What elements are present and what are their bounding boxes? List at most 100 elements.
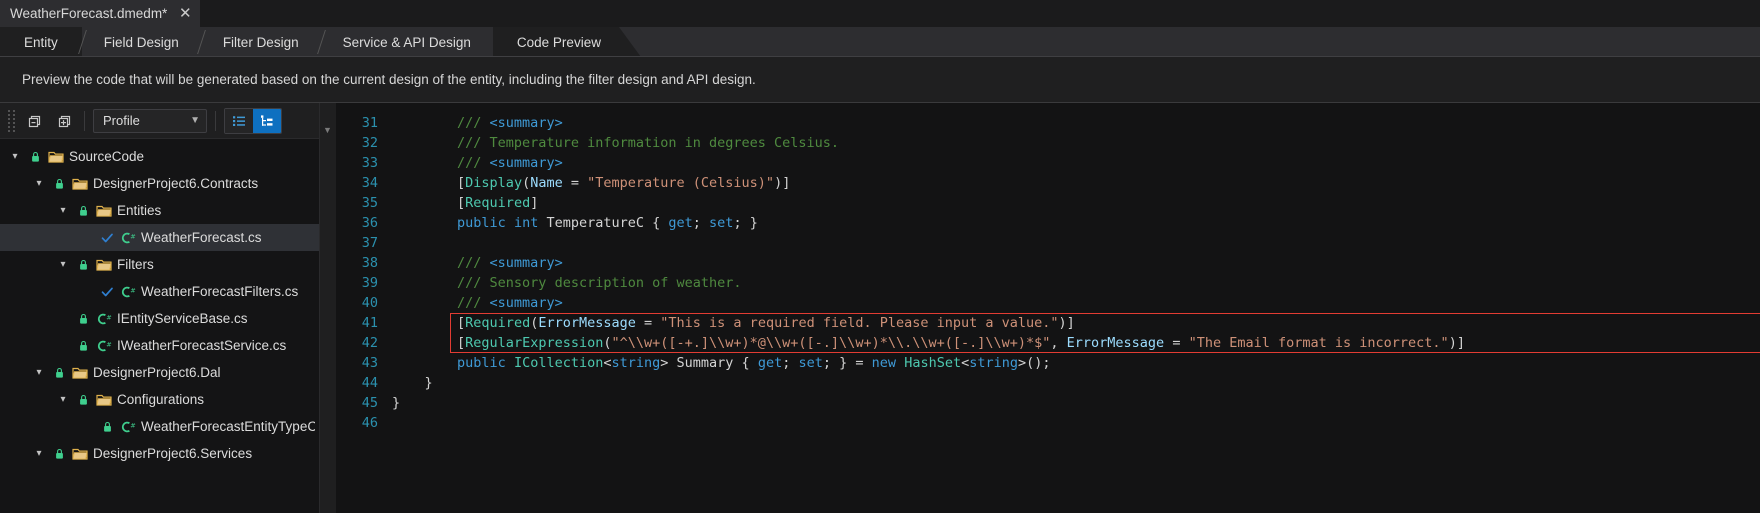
code-line: 44 }	[336, 373, 1760, 393]
tree-item-label: WeatherForecastFilters.cs	[141, 284, 299, 299]
tree-item-label: DesignerProject6.Dal	[93, 365, 221, 380]
csharp-file-icon: #	[96, 338, 112, 354]
tree-item[interactable]: ▾#WeatherForecastEntityTypeConfig	[0, 413, 319, 440]
code-content[interactable]: 31 /// <summary> 32 /// Temperature infor…	[336, 103, 1760, 513]
line-number: 35	[361, 195, 378, 211]
tree-item[interactable]: ▾ Entities	[0, 197, 319, 224]
line-number: 41	[361, 315, 378, 331]
code-line-text: }	[392, 395, 401, 411]
line-number: 42	[361, 335, 378, 351]
list-view-icon[interactable]	[225, 108, 253, 133]
code-line-text: /// Sensory description of weather.	[457, 275, 742, 291]
code-line-text: /// Temperature information in degrees C…	[457, 135, 840, 151]
code-line: 37	[336, 233, 1760, 253]
code-line: 42 [RegularExpression("^\\w+([-+.]\\w+)*…	[336, 333, 1760, 353]
svg-text:#: #	[130, 286, 135, 294]
profile-dropdown[interactable]: Profile ▼	[93, 108, 207, 133]
line-number: 37	[361, 235, 378, 251]
tree-item[interactable]: ▾#WeatherForecastFilters.cs	[0, 278, 319, 305]
code-line: 40 /// <summary>	[336, 293, 1760, 313]
tree-item[interactable]: ▾ Filters	[0, 251, 319, 278]
tree-item-label: IEntityServiceBase.cs	[117, 311, 248, 326]
svg-text:#: #	[106, 313, 111, 321]
code-line: 43 public ICollection<string> Summary { …	[336, 353, 1760, 373]
lock-icon	[51, 446, 67, 462]
code-line-text: /// <summary>	[457, 295, 563, 311]
line-number: 38	[361, 255, 378, 271]
line-number: 39	[361, 275, 378, 291]
tree-item[interactable]: ▾ DesignerProject6.Contracts	[0, 170, 319, 197]
tab-code-preview[interactable]: Code Preview	[493, 27, 641, 57]
tree-item-label: Configurations	[117, 392, 205, 407]
code-line: 46	[336, 413, 1760, 433]
page-description-text: Preview the code that will be generated …	[22, 72, 756, 87]
tree-item[interactable]: ▾ DesignerProject6.Dal	[0, 359, 319, 386]
svg-text:#: #	[130, 421, 135, 429]
tab-entity[interactable]: Entity	[0, 27, 82, 57]
page-description: Preview the code that will be generated …	[0, 57, 1760, 102]
tab-field-design[interactable]: Field Design	[82, 27, 201, 57]
collapse-all-icon[interactable]	[24, 110, 46, 132]
code-line-text: public int TemperatureC { get; set; }	[457, 215, 758, 231]
lock-icon	[51, 176, 67, 192]
titlebar: WeatherForecast.dmedm* ✕	[0, 0, 1760, 27]
tab-field-design-label: Field Design	[103, 34, 179, 50]
tree-item[interactable]: ▾#IWeatherForecastService.cs	[0, 332, 319, 359]
code-line: 41 [Required(ErrorMessage = "This is a r…	[336, 313, 1760, 333]
code-line: 35 [Required]	[336, 193, 1760, 213]
line-number: 33	[361, 155, 378, 171]
tree-item[interactable]: ▾ SourceCode	[0, 143, 319, 170]
tree-item-label: IWeatherForecastService.cs	[117, 338, 287, 353]
check-icon	[99, 284, 115, 300]
line-number: 45	[361, 395, 378, 411]
tree-view-icon[interactable]	[253, 108, 281, 133]
source-file-tree[interactable]: ▾ SourceCode ▾ DesignerProject6.Contracts ▾ E…	[0, 139, 319, 513]
lock-icon	[75, 257, 91, 273]
tab-service-api-design[interactable]: Service & API Design	[321, 27, 493, 57]
tree-item-label: SourceCode	[69, 149, 145, 164]
chevron-down-icon[interactable]: ▾	[32, 178, 46, 189]
chevron-down-icon: ▼	[190, 115, 200, 126]
line-number: 40	[361, 295, 378, 311]
code-editor: ▼ 31 /// <summary> 32 /// Temperature inf…	[320, 103, 1760, 513]
chevron-down-icon[interactable]: ▾	[32, 448, 46, 459]
code-line-text: [Required(ErrorMessage = "This is a requ…	[457, 315, 1075, 331]
drag-handle-icon[interactable]	[8, 109, 16, 132]
code-line-text: /// <summary>	[457, 255, 563, 271]
chevron-down-icon[interactable]: ▾	[56, 394, 70, 405]
line-number: 36	[361, 215, 378, 231]
expand-all-icon[interactable]	[54, 110, 76, 132]
chevron-down-icon[interactable]: ▾	[56, 205, 70, 216]
tab-code-preview-label: Code Preview	[516, 34, 601, 50]
folder-icon	[48, 149, 64, 165]
code-line-text: }	[392, 375, 433, 391]
tree-item[interactable]: ▾ Configurations	[0, 386, 319, 413]
code-line-text: public ICollection<string> Summary { get…	[457, 355, 1051, 371]
check-icon	[99, 230, 115, 246]
tab-filter-design[interactable]: Filter Design	[201, 27, 321, 57]
code-line-text: [Required]	[457, 195, 539, 211]
chevron-down-icon[interactable]: ▾	[32, 367, 46, 378]
line-number: 44	[361, 375, 378, 391]
code-line: 32 /// Temperature information in degree…	[336, 133, 1760, 153]
file-tree-panel: Profile ▼ ▾ SourceCode ▾ DesignerProject…	[0, 103, 320, 513]
close-icon[interactable]: ✕	[177, 6, 193, 22]
chevron-down-icon[interactable]: ▾	[56, 259, 70, 270]
line-number: 46	[361, 415, 378, 431]
main-body: Profile ▼ ▾ SourceCode ▾ DesignerProject…	[0, 103, 1760, 513]
chevron-down-icon[interactable]: ▾	[8, 151, 22, 162]
tab-entity-label: Entity	[24, 34, 58, 50]
tree-item[interactable]: ▾#WeatherForecast.cs	[0, 224, 319, 251]
lock-icon	[27, 149, 43, 165]
tree-item[interactable]: ▾ DesignerProject6.Services	[0, 440, 319, 467]
tree-item[interactable]: ▾#IEntityServiceBase.cs	[0, 305, 319, 332]
tree-item-label: DesignerProject6.Contracts	[93, 176, 259, 191]
document-tab[interactable]: WeatherForecast.dmedm* ✕	[0, 0, 201, 27]
line-number: 31	[361, 115, 378, 131]
csharp-file-icon: #	[96, 311, 112, 327]
tab-strip-filler	[640, 27, 1760, 57]
line-number: 43	[361, 355, 378, 371]
file-tree-toolbar: Profile ▼	[0, 103, 319, 139]
csharp-file-icon: #	[120, 284, 136, 300]
fold-chevron-icon[interactable]: ▼	[323, 125, 332, 135]
